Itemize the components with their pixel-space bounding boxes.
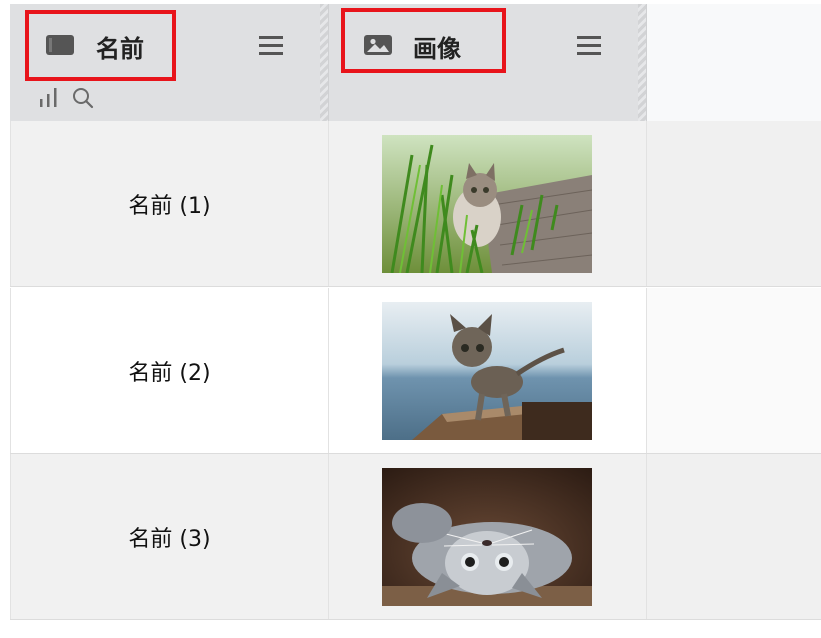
table-row[interactable]: 名前 (1) bbox=[10, 121, 821, 287]
empty-cell bbox=[647, 121, 821, 286]
image-cell[interactable] bbox=[329, 454, 647, 619]
name-cell[interactable]: 名前 (2) bbox=[10, 288, 329, 453]
image-cell[interactable] bbox=[329, 288, 647, 453]
column-resize-handle[interactable] bbox=[638, 4, 646, 121]
table-row[interactable]: 名前 (3) bbox=[10, 454, 821, 620]
image-thumbnail[interactable] bbox=[382, 135, 592, 273]
image-cell[interactable] bbox=[329, 121, 647, 286]
bar-chart-icon[interactable] bbox=[38, 87, 60, 107]
image-thumbnail[interactable] bbox=[382, 468, 592, 606]
table-row[interactable]: 名前 (2) bbox=[10, 288, 821, 454]
name-cell[interactable]: 名前 (1) bbox=[10, 121, 329, 286]
hamburger-menu-icon[interactable] bbox=[577, 36, 601, 56]
highlight-box bbox=[341, 8, 506, 73]
search-icon[interactable] bbox=[72, 87, 94, 109]
image-thumbnail[interactable] bbox=[382, 302, 592, 440]
empty-cell bbox=[647, 454, 821, 619]
header-empty-area bbox=[647, 4, 821, 121]
empty-cell bbox=[647, 288, 821, 453]
name-cell[interactable]: 名前 (3) bbox=[10, 454, 329, 619]
highlight-box bbox=[25, 10, 176, 81]
hamburger-menu-icon[interactable] bbox=[259, 36, 283, 56]
data-grid: 名前 画像 名前 (1) 名前 (2) 名前 (3) bbox=[10, 4, 821, 638]
column-resize-handle[interactable] bbox=[320, 4, 328, 121]
